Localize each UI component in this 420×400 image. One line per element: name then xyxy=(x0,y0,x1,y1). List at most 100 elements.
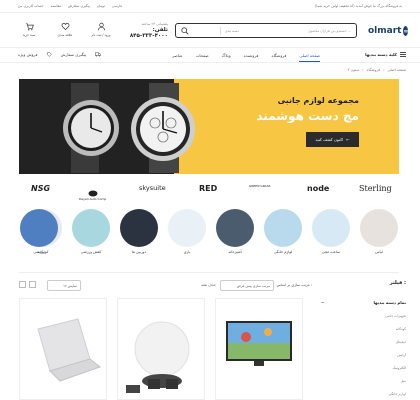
tag-icon xyxy=(46,52,52,57)
header: olmart ∞ جستجو بین هزاران محصول ... دسته… xyxy=(0,13,420,47)
nav-item-vendor[interactable]: فروشنده xyxy=(244,53,259,62)
product-image-clock xyxy=(126,321,190,393)
category-image xyxy=(360,209,398,247)
breadcrumb-current: ۳ ستون xyxy=(347,68,360,72)
brand-logo[interactable]: skysuite xyxy=(139,184,166,192)
search-icon[interactable] xyxy=(181,27,189,35)
category-label: کفش ورزشی xyxy=(80,250,102,254)
login-button[interactable]: ورود / ثبت نام xyxy=(88,22,114,37)
cart-label: سبد خرید xyxy=(22,33,36,37)
currency-select[interactable]: تومان xyxy=(97,4,105,8)
minus-icon: − xyxy=(321,300,325,305)
category-item[interactable]: دوربین ها xyxy=(119,209,159,254)
filter-item[interactable]: تجهیزات جانبی xyxy=(321,314,406,318)
truck-icon xyxy=(95,52,102,57)
language-select[interactable]: فارسی xyxy=(112,4,122,8)
list-view-icon[interactable] xyxy=(29,281,36,288)
product-card[interactable] xyxy=(215,298,303,400)
arrow-left-icon: ← xyxy=(346,137,350,142)
track-order-link[interactable]: پیگیری سفارش xyxy=(61,52,87,57)
phone-block: پشتیبانی ۲۴ ساعته تلفن: ۴۰۰۰-۳۳۳-۸۴۵ xyxy=(113,22,168,39)
category-label: دوربین ها xyxy=(131,250,147,254)
category-filter-title: تمام دسته بندیها xyxy=(373,300,406,305)
category-label: لوازم خانگی xyxy=(273,250,293,254)
special-sale-link[interactable]: فروش ویژه xyxy=(18,52,38,57)
category-label: آشپزخانه xyxy=(228,250,242,254)
logo-mark-icon: ∞ xyxy=(403,26,409,36)
filter-item[interactable]: کودکانه xyxy=(321,327,406,331)
category-image xyxy=(120,209,158,247)
section-divider xyxy=(19,272,399,273)
nav-item-home[interactable]: صفحه اصلی xyxy=(299,53,320,62)
category-circles: لباس ساعت مچی لوازم خانگی آشپزخانه بازی … xyxy=(19,209,399,264)
brand-logo[interactable]: RED xyxy=(199,184,217,193)
per-page-select[interactable]: نمایش ۱۲ xyxy=(47,280,81,291)
filter-item[interactable]: آرایش xyxy=(321,353,406,357)
brand-logo[interactable]: NSG xyxy=(31,184,50,193)
user-icon xyxy=(97,22,105,31)
logo-text: olmart xyxy=(368,26,402,36)
category-item[interactable]: لوازم خانگی xyxy=(263,209,303,254)
category-item[interactable]: کفش ورزشی xyxy=(71,209,111,254)
category-label: بازی xyxy=(183,250,191,254)
product-card[interactable] xyxy=(19,298,107,400)
product-image-tv xyxy=(226,321,292,366)
brand-logo[interactable]: node xyxy=(307,184,329,193)
category-image xyxy=(312,209,350,247)
all-categories-label: کلیه دسته بندیها xyxy=(365,52,397,57)
nav-item-blog[interactable]: وبلاگ xyxy=(222,53,231,62)
brand-logo[interactable]: Sterling xyxy=(359,184,392,193)
grid-view-icon[interactable] xyxy=(19,281,26,288)
login-label: ورود / ثبت نام xyxy=(91,33,111,37)
nav-item-pages[interactable]: صفحات xyxy=(196,53,209,62)
product-toolbar: حذف همه مرتب سازی بر اساس : مرتب سازی پی… xyxy=(19,280,314,292)
product-card[interactable] xyxy=(117,298,205,400)
search-category-select[interactable]: دسته بندی xyxy=(220,27,239,35)
main-nav: کلیه دسته بندیها عناصر صفحات وبلاگ فروشن… xyxy=(0,47,420,63)
brand-strip: NSG Dayan Auto Comp skysuite RED GREEN G… xyxy=(19,180,399,202)
filter-title: فیلتر : xyxy=(389,280,406,286)
category-item[interactable]: ورزشی xyxy=(19,209,59,254)
nav-item-shop[interactable]: فروشگاه xyxy=(271,53,286,62)
all-categories-button[interactable]: کلیه دسته بندیها xyxy=(365,52,406,57)
cart-button[interactable]: سبد خرید xyxy=(16,22,42,37)
filter-item[interactable]: مبل xyxy=(321,379,406,383)
breadcrumb-shop[interactable]: فروشگاه xyxy=(367,68,380,72)
brand-logo[interactable]: Dayan Auto Comp xyxy=(79,190,106,201)
logo[interactable]: olmart ∞ xyxy=(368,24,409,38)
hero-banner: مجموعه لوازم جانبی مچ دست هوشمند اکنون ک… xyxy=(19,79,399,174)
banner-cta-label: اکنون کشف کنید xyxy=(315,137,344,142)
filter-sidebar: فیلتر : − تمام دسته بندیها تجهیزات جانبی … xyxy=(321,280,406,396)
category-label: ورزشی xyxy=(33,250,45,254)
clear-all-link[interactable]: حذف همه xyxy=(201,283,216,287)
filter-item[interactable]: الکترونیک xyxy=(321,366,406,370)
category-image xyxy=(72,209,110,247)
phone-number: تلفن: ۴۰۰۰-۳۳۳-۸۴۵ xyxy=(129,27,168,39)
top-bar: به فروشگاه بزرگ ما خوش آمدید (کد تخفیف ا… xyxy=(0,0,420,13)
category-filter-header[interactable]: − تمام دسته بندیها xyxy=(321,300,406,305)
banner-cta-button[interactable]: اکنون کشف کنید ← xyxy=(306,132,359,147)
category-item[interactable]: آشپزخانه xyxy=(215,209,255,254)
sort-label: مرتب سازی بر اساس : xyxy=(276,283,312,287)
filter-item[interactable]: لوازم خانگی xyxy=(321,392,406,396)
banner-title: مجموعه لوازم جانبی xyxy=(277,96,359,105)
category-item[interactable]: لباس xyxy=(359,209,399,254)
account-link[interactable]: حساب کاربری من xyxy=(18,4,44,8)
category-item[interactable]: ساعت مچی xyxy=(311,209,351,254)
compare-link[interactable]: مقایسه xyxy=(51,4,61,8)
search-input[interactable]: جستجو بین هزاران محصول ... xyxy=(308,29,351,33)
wishlist-button[interactable]: علاقه مندی xyxy=(52,22,78,37)
filter-item[interactable]: دیجیتال xyxy=(321,340,406,344)
cart-icon xyxy=(25,23,34,31)
breadcrumb: ۳ ستون › فروشگاه › صفحه اصلی xyxy=(347,68,407,72)
breadcrumb-home[interactable]: صفحه اصلی xyxy=(388,68,407,72)
brand-logo[interactable]: GREEN GRASS xyxy=(249,184,279,188)
search-bar[interactable]: جستجو بین هزاران محصول ... دسته بندی xyxy=(175,23,357,38)
sort-select[interactable]: مرتب سازی پیش فرض xyxy=(220,280,274,291)
track-link[interactable]: پیگیری سفارش xyxy=(68,4,90,8)
product-image-laptop xyxy=(37,318,102,382)
category-label: لباس xyxy=(375,250,383,254)
category-image xyxy=(264,209,302,247)
category-item[interactable]: بازی xyxy=(167,209,207,254)
nav-item-elements[interactable]: عناصر xyxy=(172,53,182,62)
